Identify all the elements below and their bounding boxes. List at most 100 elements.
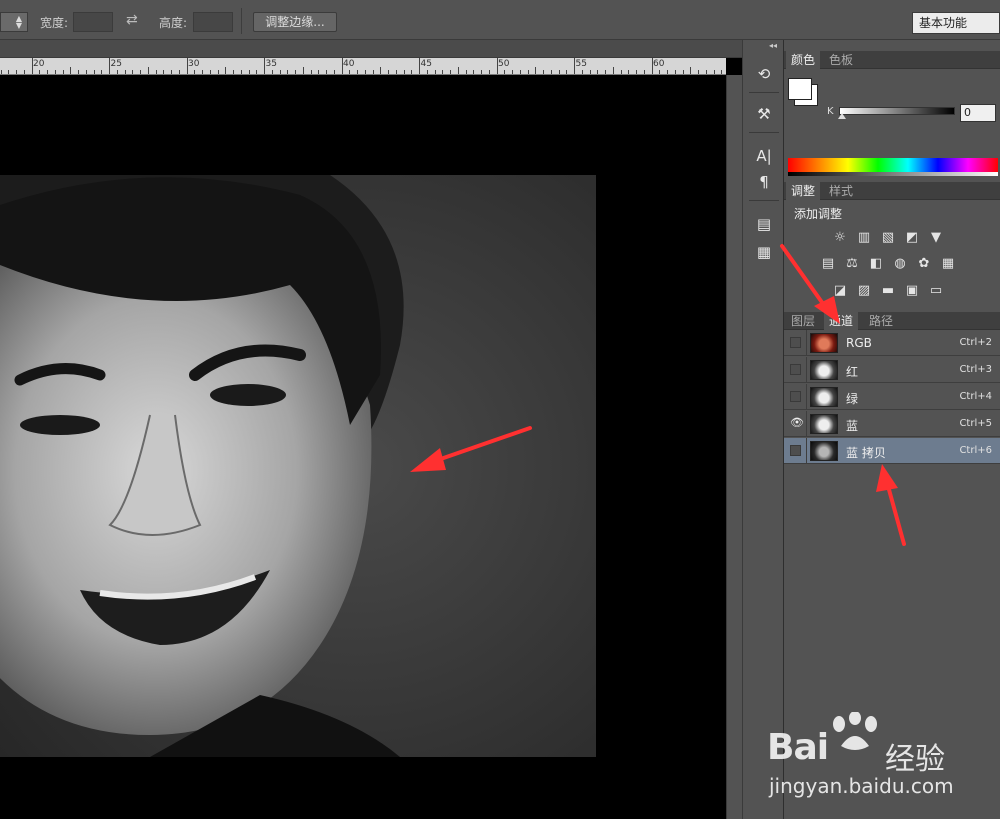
width-field[interactable] [73, 12, 113, 32]
color-spectrum[interactable] [788, 158, 998, 172]
workspace-switcher[interactable]: 基本功能 [912, 12, 1000, 34]
ruler-tick [101, 70, 103, 74]
horizontal-ruler[interactable]: 20 25 30 35 40 45 50 55 60 [0, 58, 726, 75]
ruler-tick [163, 70, 165, 74]
ruler-tick [643, 70, 645, 74]
width-label: 宽度: [40, 16, 69, 30]
brush-presets-icon[interactable]: ⚒ [751, 102, 777, 126]
ruler-tick [341, 58, 343, 74]
ruler-tick [318, 70, 320, 74]
height-field[interactable] [193, 12, 233, 32]
ruler-tick [721, 70, 723, 74]
ruler-label: 20 [33, 59, 45, 69]
collapse-icon[interactable]: ◂◂ [769, 41, 777, 50]
ruler-label: 55 [575, 59, 587, 69]
ruler-tick [496, 58, 498, 74]
ruler-tick [70, 67, 72, 74]
ruler-tick [605, 70, 606, 74]
character-icon[interactable]: A| [751, 144, 777, 168]
vertical-scrollbar[interactable] [726, 75, 742, 819]
ruler-tick [519, 70, 521, 74]
visibility-eye-icon[interactable] [790, 391, 801, 402]
ruler-tick [295, 70, 296, 74]
tab-styles[interactable]: 样式 [824, 182, 858, 200]
selective-color-icon[interactable]: ▣ [904, 283, 920, 299]
gradient-map-icon[interactable]: ▭ [928, 283, 944, 299]
tab-paths[interactable]: 路径 [864, 312, 898, 330]
channel-thumbnail [810, 387, 838, 407]
visibility-eye-icon[interactable]: 👁 [790, 417, 804, 429]
right-panel: 颜色 色板 K 0 调整 样式 添加调整 ☼ ▥ ▧ ◩ ▼ ▤ ⚖ ◧ ◍ ✿ ▦ ◪ ▨ ▬ ▣ ▭ 图层… [784, 40, 1000, 819]
ruler-tick [16, 70, 17, 74]
foreground-color-swatch[interactable] [788, 78, 812, 100]
ruler-label: 35 [265, 59, 277, 69]
channel-row[interactable]: 红 Ctrl+3 [784, 357, 1000, 383]
visibility-eye-icon[interactable] [790, 364, 801, 375]
ruler-tick [202, 70, 203, 74]
chevron-updown-icon: ▲ ▼ [15, 14, 22, 30]
channel-name: 蓝 [846, 419, 859, 433]
ruler-tick [287, 70, 289, 74]
refine-edge-button[interactable]: 调整边缘... [253, 12, 337, 32]
panel-icon-dock: ◂◂ ⟲ ⚒ A| ¶ ▤ ▦ [742, 40, 784, 819]
properties-icon[interactable]: ▤ [751, 212, 777, 236]
ruler-tick [581, 70, 583, 74]
ruler-tick [512, 70, 513, 74]
ruler-tick [566, 70, 568, 74]
ruler-tick [186, 58, 188, 74]
add-adjustment-title: 添加调整 [794, 207, 843, 221]
ruler-tick [372, 70, 374, 74]
vibrance-icon[interactable]: ▼ [928, 230, 944, 246]
channel-thumbnail [810, 414, 838, 434]
document-tab-strip [0, 40, 742, 58]
posterize-icon[interactable]: ▨ [856, 283, 872, 299]
ruler-tick [78, 70, 79, 74]
tab-adjustments[interactable]: 调整 [786, 182, 821, 200]
tab-color[interactable]: 颜色 [786, 51, 821, 69]
ruler-tick [217, 70, 219, 74]
ruler-label: 45 [420, 59, 432, 69]
black-white-icon[interactable]: ◧ [868, 256, 884, 272]
threshold-icon[interactable]: ▬ [880, 283, 896, 299]
color-lookup-icon[interactable]: ▦ [940, 256, 956, 272]
color-panel-tabs: 颜色 色板 [784, 51, 1000, 69]
watermark-url: jingyan.baidu.com [769, 774, 954, 798]
channel-row[interactable]: RGB Ctrl+2 [784, 330, 1000, 356]
paragraph-icon[interactable]: ¶ [751, 170, 777, 194]
levels-icon[interactable]: ▥ [856, 230, 872, 246]
photo-filter-icon[interactable]: ◍ [892, 256, 908, 272]
ruler-tick [682, 70, 684, 74]
ruler-tick [240, 70, 242, 74]
channel-row[interactable]: 绿 Ctrl+4 [784, 384, 1000, 410]
exposure-icon[interactable]: ◩ [904, 230, 920, 246]
ruler-tick [388, 70, 389, 74]
ruler-label: 60 [653, 59, 665, 69]
ruler-tick [225, 67, 227, 74]
divider [241, 8, 242, 34]
divider [806, 330, 807, 356]
k-slider-thumb[interactable] [838, 113, 846, 119]
ruler-tick [333, 70, 335, 74]
ruler-tick [543, 70, 544, 74]
channel-mixer-icon[interactable]: ✿ [916, 256, 932, 272]
k-value-input[interactable]: 0 [960, 104, 996, 122]
history-icon[interactable]: ⟲ [751, 62, 777, 86]
swap-icon[interactable]: ⇄ [126, 12, 138, 28]
ruler-tick [178, 70, 180, 74]
notes-icon[interactable]: ▦ [751, 240, 777, 264]
k-slider[interactable] [839, 107, 955, 115]
style-dropdown[interactable]: ▲ ▼ [0, 12, 28, 32]
channel-shortcut: Ctrl+6 [959, 445, 992, 456]
ruler-tick [124, 70, 126, 74]
ruler-tick [535, 67, 537, 74]
ruler-label: 25 [110, 59, 122, 69]
grayscale-ramp[interactable] [788, 172, 998, 176]
visibility-eye-icon[interactable] [790, 445, 801, 456]
k-slider-label: K [827, 106, 834, 117]
tab-swatches[interactable]: 色板 [824, 51, 858, 69]
curves-icon[interactable]: ▧ [880, 230, 896, 246]
ruler-tick [481, 70, 482, 74]
divider [806, 384, 807, 410]
visibility-eye-icon[interactable] [790, 337, 801, 348]
channel-row[interactable]: 👁 蓝 Ctrl+5 [784, 411, 1000, 437]
